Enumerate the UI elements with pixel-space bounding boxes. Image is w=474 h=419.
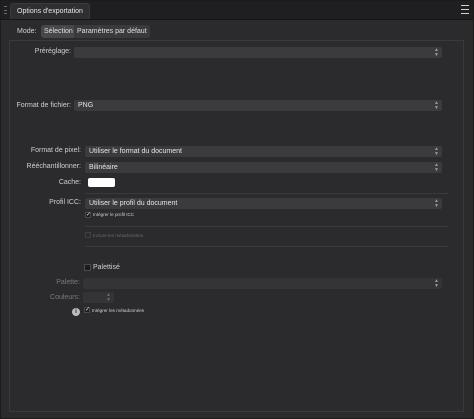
tab-export-options[interactable]: Options d'exportation [10, 3, 90, 19]
file-format-dropdown[interactable]: PNG ▲ ▼ [74, 100, 442, 111]
pixel-format-label: Format de pixel: [30, 147, 81, 154]
icc-profile-label: Profil ICC: [49, 199, 81, 206]
up-down-chevron-icon: ▲ ▼ [434, 162, 439, 173]
palette-dropdown[interactable]: ▲ ▼ [83, 278, 442, 289]
up-down-chevron-icon: ▲ ▼ [434, 278, 439, 289]
file-format-label: Format de fichier: [16, 102, 71, 109]
palette-label: Palette: [56, 279, 80, 286]
colors-label: Couleurs: [50, 294, 80, 301]
embed-icc-checkbox[interactable] [85, 211, 91, 218]
preset-dropdown[interactable]: ▲ ▼ [74, 47, 442, 58]
matte-color-swatch[interactable] [88, 178, 115, 187]
up-down-chevron-icon: ▲ ▼ [434, 100, 439, 111]
palettized-checkbox[interactable] [84, 264, 91, 271]
title-bar: Options d'exportation [1, 1, 473, 20]
include-metadata-label: Inclure les métadonnées [93, 233, 144, 238]
mode-defaults-button[interactable]: Paramètres par défaut [74, 25, 150, 38]
up-down-chevron-icon: ▲ ▼ [106, 292, 111, 303]
info-icon[interactable]: i [72, 308, 80, 316]
palettized-label: Palettisé [93, 264, 120, 271]
divider [85, 193, 448, 194]
embed-metadata-checkbox[interactable] [84, 306, 90, 313]
matte-label: Cache: [58, 179, 81, 186]
hamburger-menu-icon[interactable] [461, 5, 469, 14]
divider [85, 246, 448, 247]
embed-metadata-label: Intégrer les métadonnées [92, 308, 145, 313]
pixel-format-dropdown[interactable]: Utiliser le format du document ▲ ▼ [85, 146, 442, 157]
resample-dropdown[interactable]: Bilinéaire ▲ ▼ [85, 162, 442, 173]
mode-selection-button[interactable]: Sélection [41, 25, 76, 38]
include-metadata-checkbox[interactable] [85, 232, 91, 238]
icc-profile-dropdown[interactable]: Utiliser le profil du document ▲ ▼ [85, 198, 442, 209]
up-down-chevron-icon: ▲ ▼ [434, 198, 439, 209]
up-down-chevron-icon: ▲ ▼ [434, 146, 439, 157]
preset-label: Préréglage: [34, 48, 71, 55]
resample-label: Rééchantillonner: [26, 163, 81, 170]
divider [85, 226, 448, 227]
export-options-panel: Options d'exportation Mode: Sélection Pa… [0, 0, 474, 419]
drag-grip-icon[interactable] [4, 6, 7, 14]
up-down-chevron-icon: ▲ ▼ [434, 47, 439, 58]
embed-icc-label: Intégrer le profil ICC [93, 212, 135, 217]
tab-title: Options d'exportation [17, 8, 83, 15]
mode-label: Mode: [17, 28, 37, 35]
colors-stepper[interactable]: ▲ ▼ [83, 292, 114, 303]
